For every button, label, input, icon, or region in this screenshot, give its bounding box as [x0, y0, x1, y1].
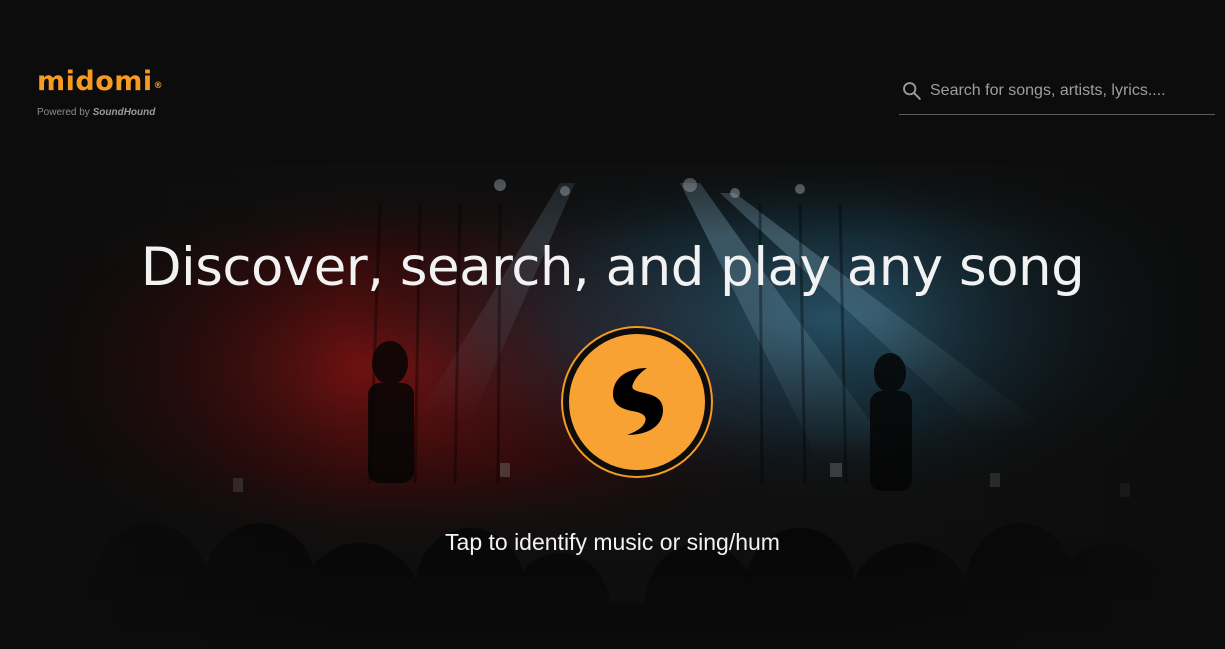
soundhound-button-face: [569, 334, 705, 470]
site-header: midomi® Powered by SoundHound: [0, 0, 1225, 160]
logo-wordmark-text: midomi: [37, 66, 153, 97]
search-input[interactable]: [930, 77, 1210, 105]
search-bar: [899, 75, 1215, 115]
registered-mark: ®: [153, 81, 164, 91]
midomi-logo-link[interactable]: midomi® Powered by SoundHound: [37, 67, 163, 119]
logo-wordmark: midomi®: [37, 67, 163, 101]
page: midomi® Powered by SoundHound Search for…: [0, 0, 1225, 649]
hero-section: Discover, search, and play any song Tap …: [0, 163, 1225, 649]
hero-caption: Tap to identify music or sing/hum: [445, 529, 780, 555]
soundhound-listen-button[interactable]: [561, 326, 713, 478]
hero-title: Discover, search, and play any song: [140, 237, 1085, 298]
powered-by-text: Powered by: [37, 107, 90, 118]
powered-by-line: Powered by SoundHound: [37, 107, 163, 119]
soundhound-icon: [613, 368, 663, 435]
search-icon[interactable]: [901, 80, 923, 102]
soundhound-brand-text: SoundHound: [92, 107, 156, 118]
